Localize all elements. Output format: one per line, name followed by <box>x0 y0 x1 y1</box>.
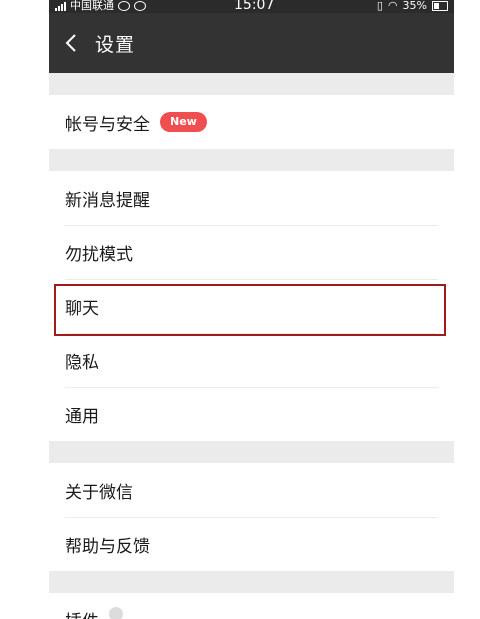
settings-item-label: 隐私 <box>65 352 99 373</box>
settings-item-label: 新消息提醒 <box>65 190 150 211</box>
settings-item-label: 插件 <box>65 607 99 619</box>
settings-item-do-not-disturb[interactable]: 勿扰模式 <box>49 225 454 279</box>
wifi-icon: ◠ <box>387 0 398 12</box>
chevron-left-icon <box>65 34 76 52</box>
phone-screen: 中国联通 15:07 ▯ ◠ 35% 设置 帐号与安全 New 新消息提醒 勿扰… <box>49 0 454 619</box>
settings-group-main: 新消息提醒 勿扰模式 聊天 隐私 通用 <box>49 171 454 441</box>
settings-item-about-wechat[interactable]: 关于微信 <box>49 463 454 517</box>
status-right: ▯ ◠ 35% <box>377 0 448 12</box>
status-bar: 中国联通 15:07 ▯ ◠ 35% <box>49 0 454 13</box>
settings-group-plugins: 插件 <box>49 593 454 619</box>
settings-group-account: 帐号与安全 New <box>49 95 454 149</box>
settings-item-privacy[interactable]: 隐私 <box>49 333 454 387</box>
status-time: 15:07 <box>234 0 275 13</box>
settings-item-chat[interactable]: 聊天 <box>49 279 454 333</box>
battery-icon <box>432 0 448 11</box>
page-title: 设置 <box>95 33 136 56</box>
back-button[interactable] <box>65 31 79 55</box>
settings-item-plugins[interactable]: 插件 <box>49 593 454 619</box>
settings-item-label: 帐号与安全 <box>65 114 150 135</box>
settings-item-label: 聊天 <box>65 298 99 319</box>
carrier-label: 中国联通 <box>70 0 114 12</box>
status-left: 中国联通 <box>55 0 146 12</box>
section-gap <box>49 149 454 171</box>
settings-item-help-feedback[interactable]: 帮助与反馈 <box>49 517 454 571</box>
wechat-notification-icon <box>118 0 130 11</box>
settings-item-label: 通用 <box>65 406 99 427</box>
section-gap <box>49 441 454 463</box>
settings-item-account-security[interactable]: 帐号与安全 New <box>49 95 454 149</box>
message-notification-icon <box>134 0 146 11</box>
battery-percent: 35% <box>402 0 427 12</box>
signal-icon <box>55 1 66 11</box>
section-gap <box>49 73 454 95</box>
nav-bar: 设置 <box>49 13 454 73</box>
settings-item-label: 勿扰模式 <box>65 244 133 265</box>
settings-group-about: 关于微信 帮助与反馈 <box>49 463 454 571</box>
settings-item-label: 关于微信 <box>65 482 133 503</box>
section-gap <box>49 571 454 593</box>
settings-item-general[interactable]: 通用 <box>49 387 454 441</box>
settings-item-new-message-alerts[interactable]: 新消息提醒 <box>49 171 454 225</box>
settings-item-label: 帮助与反馈 <box>65 536 150 557</box>
plugin-icon <box>109 607 123 619</box>
vibrate-icon: ▯ <box>376 0 383 12</box>
new-badge: New <box>160 112 207 132</box>
